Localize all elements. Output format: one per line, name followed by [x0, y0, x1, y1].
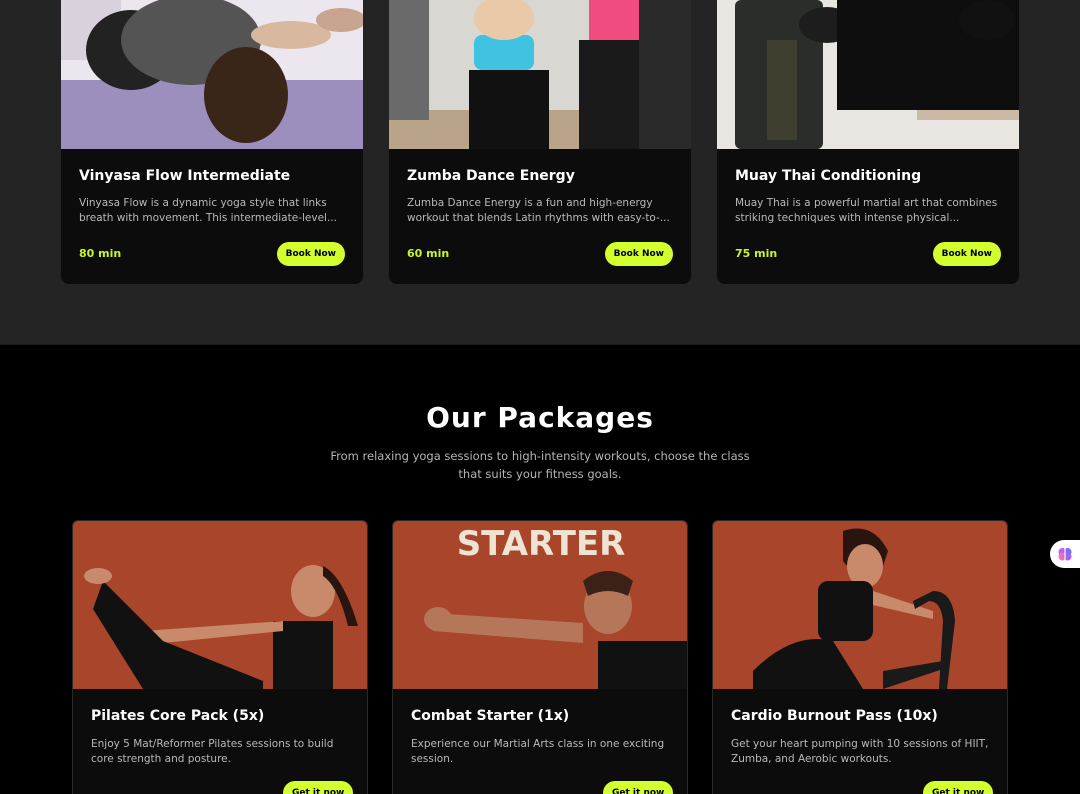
zumba-photo: [389, 0, 691, 149]
class-title: Muay Thai Conditioning: [735, 168, 922, 184]
packages-section: Our Packages From relaxing yoga sessions…: [0, 344, 1080, 794]
package-title: Pilates Core Pack (5x): [91, 708, 265, 724]
package-card-cardio[interactable]: Cardio Burnout Pass (10x) Get your heart…: [712, 520, 1008, 794]
class-card-zumba[interactable]: Zumba Dance Energy Zumba Dance Energy is…: [389, 0, 691, 284]
classes-section: Vinyasa Flow Intermediate Vinyasa Flow i…: [0, 0, 1080, 344]
class-title: Vinyasa Flow Intermediate: [79, 168, 291, 184]
class-duration: 60 min: [407, 247, 450, 260]
brain-icon: [1058, 548, 1072, 561]
cardio-photo: [713, 521, 1007, 689]
class-description: Vinyasa Flow is a dynamic yoga style tha…: [79, 197, 337, 224]
package-title: Cardio Burnout Pass (10x): [731, 708, 938, 724]
package-title: Combat Starter (1x): [411, 708, 570, 724]
class-card-muay-thai[interactable]: Muay Thai Conditioning Muay Thai is a po…: [717, 0, 1019, 284]
section-heading: Our Packages: [426, 401, 654, 434]
class-description: Muay Thai is a powerful martial art that…: [735, 197, 998, 224]
class-title: Zumba Dance Energy: [407, 168, 575, 184]
class-duration: 75 min: [735, 247, 778, 260]
package-description: Get your heart pumping with 10 sessions …: [731, 738, 989, 765]
yoga-photo: [61, 0, 363, 149]
book-now-button[interactable]: Book Now: [604, 242, 673, 266]
pilates-photo: [73, 521, 367, 689]
get-it-now-button[interactable]: Get it now: [603, 781, 674, 794]
muay-thai-photo: [717, 0, 1019, 149]
get-it-now-button[interactable]: Get it now: [923, 781, 994, 794]
get-it-now-button[interactable]: Get it now: [283, 781, 354, 794]
class-duration: 80 min: [79, 247, 122, 260]
package-card-pilates[interactable]: Pilates Core Pack (5x) Enjoy 5 Mat/Refor…: [72, 520, 368, 794]
section-subtitle: From relaxing yoga sessions to high-inte…: [330, 449, 750, 481]
package-card-combat[interactable]: STARTER Combat Starter (1x) Experience o…: [392, 520, 688, 794]
floating-assistant-button[interactable]: [1050, 540, 1080, 568]
book-now-button[interactable]: Book Now: [276, 242, 345, 266]
class-card-vinyasa[interactable]: Vinyasa Flow Intermediate Vinyasa Flow i…: [61, 0, 363, 284]
package-description: Enjoy 5 Mat/Reformer Pilates sessions to…: [91, 738, 334, 765]
package-description: Experience our Martial Arts class in one…: [411, 738, 665, 765]
boxing-photo: STARTER: [393, 521, 687, 689]
starter-image-text: STARTER: [457, 524, 626, 564]
book-now-button[interactable]: Book Now: [932, 242, 1001, 266]
class-description: Zumba Dance Energy is a fun and high-ene…: [407, 197, 670, 224]
